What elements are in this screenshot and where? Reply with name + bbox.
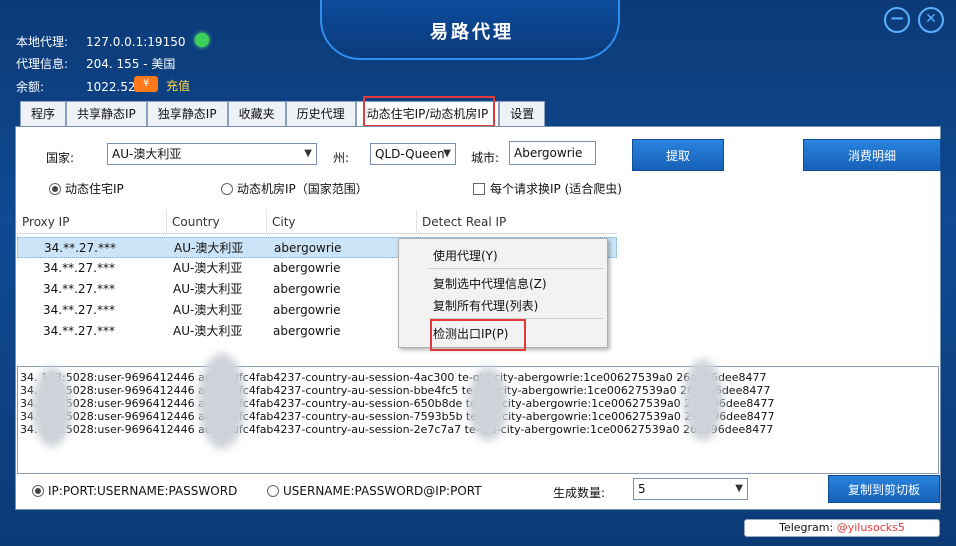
cell-country: AU-澳大利亚 <box>173 303 243 317</box>
radio-datacenter[interactable]: 动态机房IP（国家范围） <box>221 180 368 197</box>
output-line: 34. 123:5028:user-9696412446 ac622dfc4fa… <box>20 423 774 436</box>
proxy-info-value: 204. 155 - 美国 <box>86 57 176 71</box>
city-label: 城市: <box>471 151 500 165</box>
state-label: 州: <box>333 151 350 165</box>
output-line: 34. 123:5028:user-9696412446 ac622dfc4fa… <box>20 371 767 384</box>
balance-label: 余额: <box>16 80 45 94</box>
menu-copy-all[interactable]: 复制所有代理(列表) <box>433 297 538 314</box>
local-proxy-value: 127.0.0.1:19150 <box>86 35 186 49</box>
cell-country: AU-澳大利亚 <box>174 241 244 255</box>
radio-dot-icon <box>221 182 233 195</box>
local-proxy-label: 本地代理: <box>16 35 69 49</box>
status-led-icon <box>195 33 209 47</box>
tab-highlight-box <box>363 96 495 127</box>
telegram-label: Telegram: <box>779 521 837 534</box>
header-proxy-ip[interactable]: Proxy IP <box>17 210 167 234</box>
radio-datacenter-label: 动态机房IP（国家范围） <box>237 182 368 196</box>
header-country[interactable]: Country <box>167 210 267 234</box>
header-detect-ip[interactable]: Detect Real IP <box>417 210 617 234</box>
format-option-1-label: IP:PORT:USERNAME:PASSWORD <box>48 484 238 498</box>
cell-country: AU-澳大利亚 <box>173 282 243 296</box>
radio-dot-icon <box>267 485 279 497</box>
state-select-value: QLD-Queen <box>375 147 445 161</box>
count-select[interactable]: 5 ▼ <box>633 478 748 500</box>
tab-exclusive-static[interactable]: 独享静态IP <box>146 101 228 126</box>
format-option-1[interactable]: IP:PORT:USERNAME:PASSWORD <box>32 484 237 498</box>
format-option-2-label: USERNAME:PASSWORD@IP:PORT <box>283 484 482 498</box>
cell-country: AU-澳大利亚 <box>173 324 243 338</box>
cell-city: abergowrie <box>273 303 341 317</box>
menu-highlight-box <box>430 319 526 351</box>
redaction-blur <box>32 367 72 447</box>
tab-history[interactable]: 历史代理 <box>285 101 356 126</box>
radio-dot-icon <box>49 182 61 195</box>
cell-city: abergowrie <box>273 282 341 296</box>
proxy-info: 代理信息: 204. 155 - 美国 <box>16 55 175 72</box>
output-textarea[interactable]: 34. 123:5028:user-9696412446 ac622dfc4fa… <box>17 353 939 474</box>
tab-shared-static[interactable]: 共享静态IP <box>66 101 147 126</box>
minimize-button[interactable]: − <box>884 7 910 33</box>
redaction-blur <box>683 359 723 441</box>
count-label: 生成数量: <box>553 486 606 500</box>
radio-dot-icon <box>32 485 44 497</box>
app-window: 易路代理 − ✕ 本地代理: 127.0.0.1:19150 代理信息: 204. … <box>0 0 956 546</box>
cell-proxy-ip: 34.**.27.*** <box>43 324 115 338</box>
close-button[interactable]: ✕ <box>918 7 944 33</box>
cell-proxy-ip: 34.**.27.*** <box>43 282 115 296</box>
output-line: 34. 123:5028:user-9696412446 ac622dfc4fa… <box>20 384 771 397</box>
extract-button[interactable]: 提取 <box>632 139 724 171</box>
cell-country: AU-澳大利亚 <box>173 261 243 275</box>
header-city[interactable]: City <box>267 210 417 234</box>
cell-city: abergowrie <box>273 324 341 338</box>
telegram-contact: Telegram: @yilusocks5 <box>744 519 940 537</box>
tab-program[interactable]: 程序 <box>20 101 67 126</box>
cell-city: abergowrie <box>273 261 341 275</box>
state-select[interactable]: QLD-Queen ▼ <box>370 143 456 165</box>
chevron-down-icon: ▼ <box>443 148 451 159</box>
cell-proxy-ip: 34.**.27.*** <box>43 303 115 317</box>
rotate-checkbox-label: 每个请求换IP (适合爬虫) <box>490 182 622 196</box>
menu-copy-selected[interactable]: 复制选中代理信息(Z) <box>433 275 547 292</box>
city-input[interactable]: Abergowrie <box>509 141 596 165</box>
telegram-handle[interactable]: @yilusocks5 <box>837 521 905 534</box>
tab-settings[interactable]: 设置 <box>499 101 546 126</box>
recharge-link[interactable]: 充值 <box>166 77 190 94</box>
cell-city: abergowrie <box>274 241 342 255</box>
cell-proxy-ip: 34.**.27.*** <box>44 241 116 255</box>
consume-detail-button[interactable]: 消费明细 <box>803 139 941 171</box>
app-title: 易路代理 <box>430 22 514 43</box>
checkbox-icon <box>473 182 485 195</box>
rotate-checkbox[interactable]: 每个请求换IP (适合爬虫) <box>473 180 622 197</box>
cell-proxy-ip: 34.**.27.*** <box>43 261 115 275</box>
redaction-blur <box>198 353 246 449</box>
menu-separator <box>429 268 603 269</box>
copy-to-clipboard-button[interactable]: 复制到剪切板 <box>828 475 940 503</box>
chevron-down-icon: ▼ <box>735 483 743 494</box>
menu-use-proxy[interactable]: 使用代理(Y) <box>433 247 498 264</box>
country-select-value: AU-澳大利亚 <box>112 147 182 161</box>
output-line: 34. 123:5028:user-9696412446 ac622dfc4fa… <box>20 410 775 423</box>
title-decoration: 易路代理 <box>320 0 620 60</box>
country-select[interactable]: AU-澳大利亚 ▼ <box>107 143 317 165</box>
local-proxy-info: 本地代理: 127.0.0.1:19150 <box>16 33 185 50</box>
radio-residential[interactable]: 动态住宅IP <box>49 180 124 197</box>
country-label: 国家: <box>46 151 75 165</box>
tab-favorites[interactable]: 收藏夹 <box>227 101 286 126</box>
proxy-info-label: 代理信息: <box>16 57 69 71</box>
format-option-2[interactable]: USERNAME:PASSWORD@IP:PORT <box>267 484 482 498</box>
redaction-blur <box>468 367 508 441</box>
chevron-down-icon: ▼ <box>304 148 312 159</box>
table-header: Proxy IP Country City Detect Real IP <box>17 210 617 234</box>
count-select-value: 5 <box>638 482 646 496</box>
balance-info: 余额: 1022.52 <box>16 78 136 95</box>
recharge-icon[interactable]: ¥ <box>134 76 158 92</box>
output-line: 34. 123:5028:user-9696412446 ac622dfc4fa… <box>20 397 775 410</box>
radio-residential-label: 动态住宅IP <box>65 182 124 196</box>
balance-value: 1022.52 <box>86 80 136 94</box>
title-bar: 易路代理 − ✕ 本地代理: 127.0.0.1:19150 代理信息: 204. … <box>0 0 956 100</box>
